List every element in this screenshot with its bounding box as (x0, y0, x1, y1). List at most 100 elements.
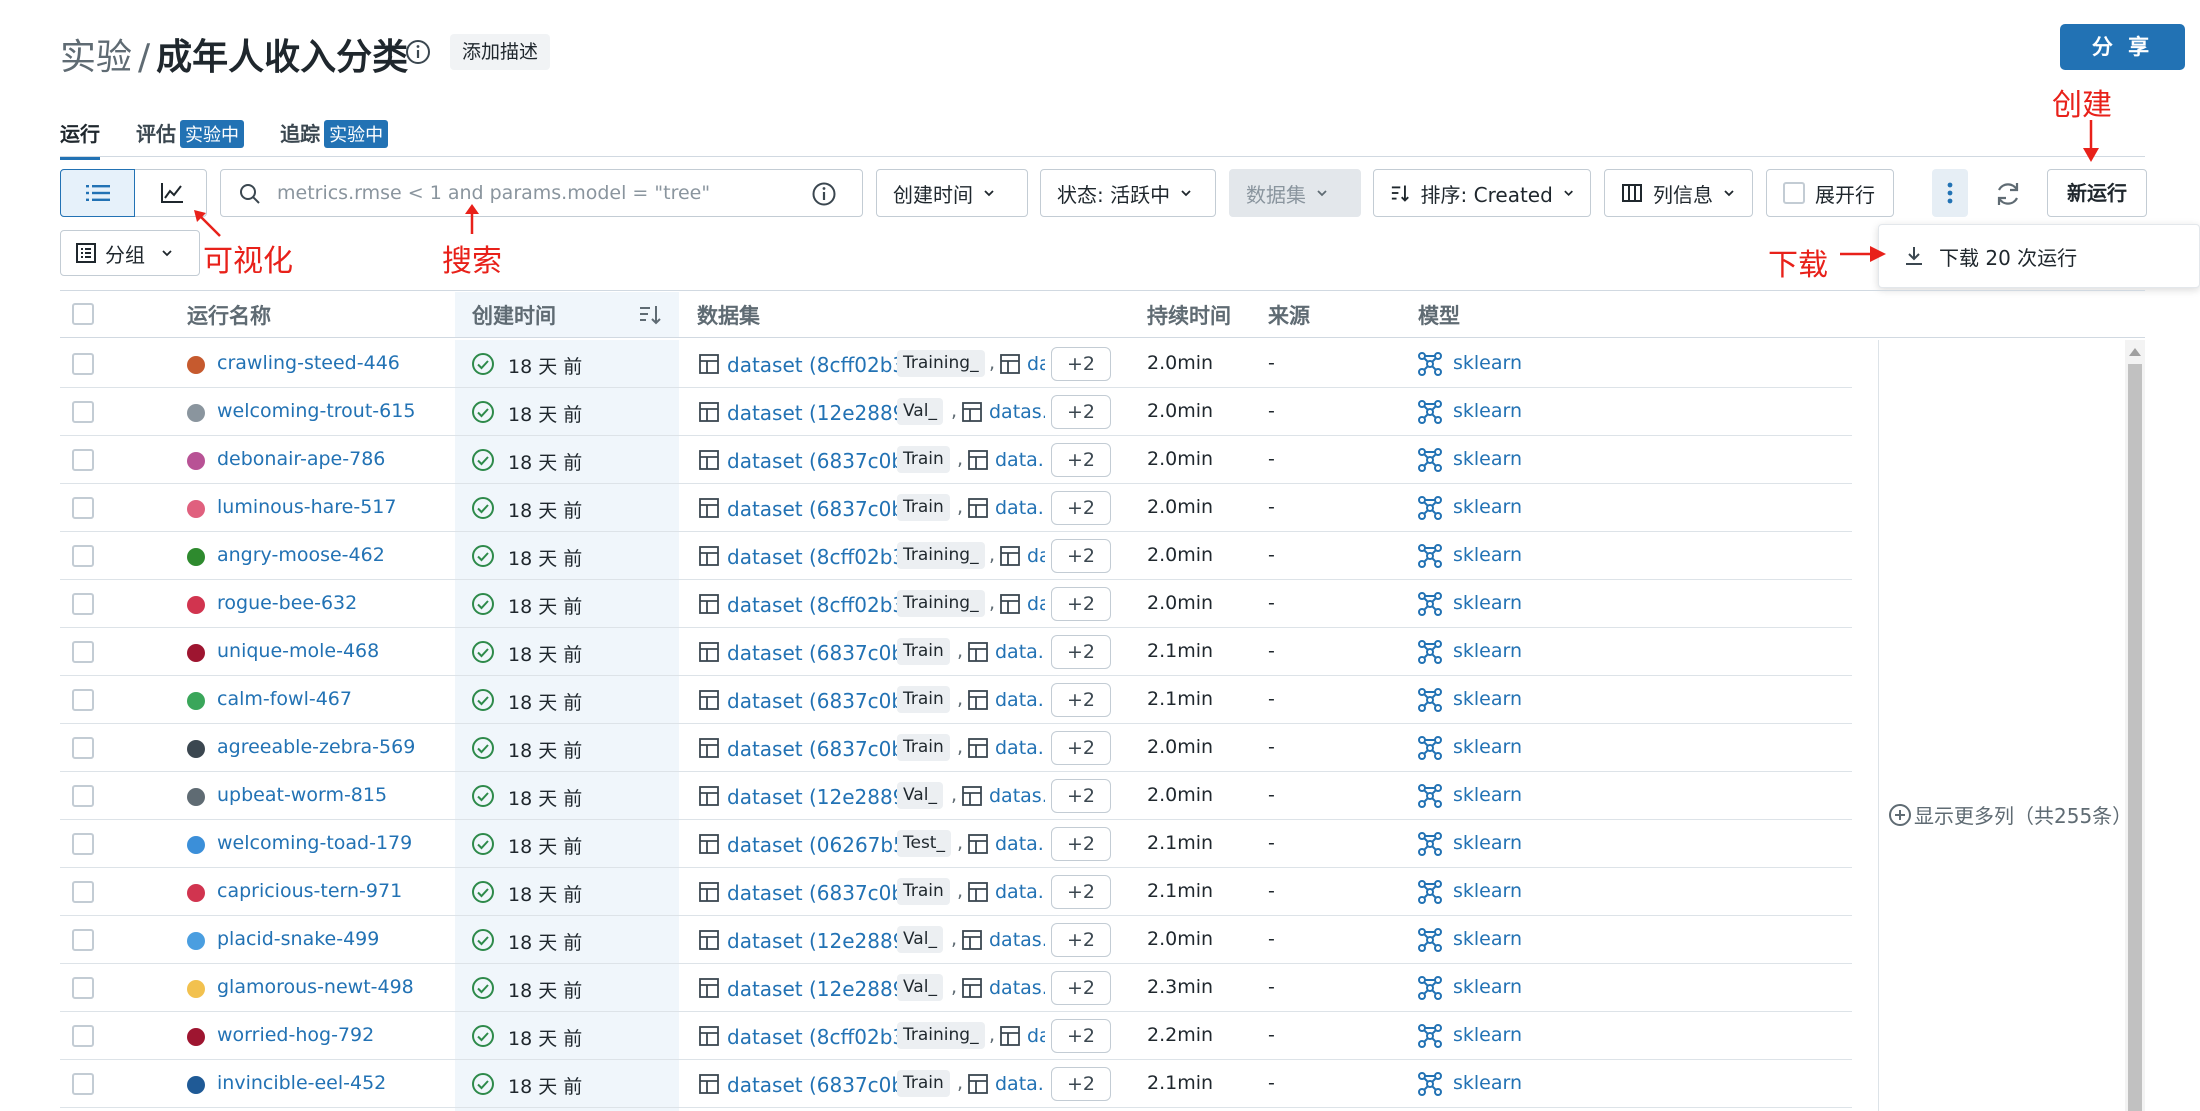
more-datasets-button[interactable]: +2 (1051, 587, 1111, 621)
run-name-link[interactable]: unique-mole-468 (217, 640, 379, 662)
run-name-link[interactable]: placid-snake-499 (217, 928, 379, 950)
row-checkbox[interactable] (72, 641, 94, 663)
table-row[interactable]: capricious-tern-971 18 天 前 dataset (6837c0… (60, 868, 1852, 916)
table-row[interactable]: invincible-eel-452 18 天 前 dataset (6837c0b… (60, 1060, 1852, 1108)
dataset-link[interactable]: dataset (6837c0b6) (727, 641, 925, 665)
expand-rows-toggle[interactable]: 展开行 (1766, 169, 1894, 217)
group-by-button[interactable]: 分组 (60, 230, 200, 276)
created-time-filter[interactable]: 创建时间 (876, 169, 1028, 217)
row-checkbox[interactable] (72, 689, 94, 711)
more-datasets-button[interactable]: +2 (1051, 635, 1111, 669)
model-link[interactable]: sklearn (1453, 1024, 1522, 1046)
model-link[interactable]: sklearn (1453, 544, 1522, 566)
table-row[interactable]: agreeable-zebra-569 18 天 前 dataset (6837c0… (60, 724, 1852, 772)
run-name-link[interactable]: welcoming-trout-615 (217, 400, 415, 422)
new-run-button[interactable]: 新运行 (2047, 169, 2147, 217)
more-datasets-button[interactable]: +2 (1051, 779, 1111, 813)
run-name-link[interactable]: luminous-hare-517 (217, 496, 396, 518)
run-color-dot[interactable] (187, 980, 205, 998)
info-icon[interactable] (404, 38, 432, 66)
column-header-duration[interactable]: 持续时间 (1147, 300, 1231, 330)
search-help-icon[interactable] (811, 181, 837, 207)
dataset-link[interactable]: dataset (6837c0b6) (727, 881, 925, 905)
model-link[interactable]: sklearn (1453, 736, 1522, 758)
list-view-button[interactable] (60, 169, 135, 217)
table-row[interactable]: welcoming-toad-179 18 天 前 dataset (06267b5… (60, 820, 1852, 868)
tab-evaluation[interactable]: 评估 实验中 (136, 118, 245, 158)
tab-runs[interactable]: 运行 (60, 118, 100, 160)
column-header-model[interactable]: 模型 (1418, 300, 1460, 330)
row-checkbox[interactable] (72, 401, 94, 423)
model-link[interactable]: sklearn (1453, 640, 1522, 662)
dataset-link[interactable]: dataset (6837c0b6) (727, 1073, 925, 1097)
column-header-created[interactable]: 创建时间 (472, 300, 556, 330)
model-link[interactable]: sklearn (1453, 832, 1522, 854)
dataset-link[interactable]: dataset (6837c0b6) (727, 737, 925, 761)
model-link[interactable]: sklearn (1453, 352, 1522, 374)
add-description-button[interactable]: 添加描述 (450, 34, 551, 70)
dataset-link[interactable]: dataset (6837c0b6) (727, 497, 925, 521)
row-checkbox[interactable] (72, 353, 94, 375)
table-row[interactable]: debonair-ape-786 18 天 前 dataset (6837c0b6)… (60, 436, 1852, 484)
more-options-button[interactable] (1932, 169, 1968, 217)
run-name-link[interactable]: rogue-bee-632 (217, 592, 357, 614)
more-datasets-button[interactable]: +2 (1051, 443, 1111, 477)
run-color-dot[interactable] (187, 740, 205, 758)
dataset-filter[interactable]: 数据集 (1229, 169, 1361, 217)
more-datasets-button[interactable]: +2 (1051, 971, 1111, 1005)
dataset-link-truncated[interactable]: data... (995, 641, 1045, 663)
dataset-link-truncated[interactable]: datas... (989, 977, 1045, 999)
run-color-dot[interactable] (187, 356, 205, 374)
model-link[interactable]: sklearn (1453, 496, 1522, 518)
dataset-link-truncated[interactable]: da... (1027, 545, 1045, 567)
model-link[interactable]: sklearn (1453, 688, 1522, 710)
model-link[interactable]: sklearn (1453, 592, 1522, 614)
dataset-link-truncated[interactable]: data... (995, 497, 1045, 519)
run-color-dot[interactable] (187, 452, 205, 470)
model-link[interactable]: sklearn (1453, 400, 1522, 422)
share-button[interactable]: 分 享 (2060, 24, 2185, 70)
run-name-link[interactable]: glamorous-newt-498 (217, 976, 414, 998)
dataset-link-truncated[interactable]: data... (995, 689, 1045, 711)
table-row[interactable]: calm-fowl-467 18 天 前 dataset (6837c0b6) Tra… (60, 676, 1852, 724)
sort-dropdown[interactable]: 排序: Created (1373, 169, 1591, 217)
row-checkbox[interactable] (72, 737, 94, 759)
row-checkbox[interactable] (72, 1073, 94, 1095)
row-checkbox[interactable] (72, 833, 94, 855)
run-name-link[interactable]: angry-moose-462 (217, 544, 385, 566)
run-color-dot[interactable] (187, 788, 205, 806)
dataset-link[interactable]: dataset (8cff02b3) (727, 593, 913, 617)
more-datasets-button[interactable]: +2 (1051, 875, 1111, 909)
run-color-dot[interactable] (187, 1076, 205, 1094)
table-row[interactable]: placid-snake-499 18 天 前 dataset (12e28897)… (60, 916, 1852, 964)
more-datasets-button[interactable]: +2 (1051, 683, 1111, 717)
dataset-link[interactable]: dataset (6837c0b6) (727, 689, 925, 713)
row-checkbox[interactable] (72, 881, 94, 903)
run-color-dot[interactable] (187, 404, 205, 422)
more-datasets-button[interactable]: +2 (1051, 1019, 1111, 1053)
dataset-link-truncated[interactable]: data... (995, 833, 1045, 855)
row-checkbox[interactable] (72, 977, 94, 999)
row-checkbox[interactable] (72, 929, 94, 951)
table-row[interactable]: unique-mole-468 18 天 前 dataset (6837c0b6) T… (60, 628, 1852, 676)
table-row[interactable]: upbeat-worm-815 18 天 前 dataset (12e28897) V… (60, 772, 1852, 820)
model-link[interactable]: sklearn (1453, 1072, 1522, 1094)
model-link[interactable]: sklearn (1453, 928, 1522, 950)
row-checkbox[interactable] (72, 1025, 94, 1047)
run-color-dot[interactable] (187, 836, 205, 854)
row-checkbox[interactable] (72, 545, 94, 567)
breadcrumb-experiments[interactable]: 实验 (60, 37, 132, 78)
run-name-link[interactable]: capricious-tern-971 (217, 880, 402, 902)
table-row[interactable]: welcoming-trout-615 18 天 前 dataset (12e288… (60, 388, 1852, 436)
run-name-link[interactable]: invincible-eel-452 (217, 1072, 386, 1094)
more-datasets-button[interactable]: +2 (1051, 827, 1111, 861)
run-color-dot[interactable] (187, 500, 205, 518)
dataset-link-truncated[interactable]: data... (995, 449, 1045, 471)
more-datasets-button[interactable]: +2 (1051, 491, 1111, 525)
show-more-columns-button[interactable]: 显示更多列（共255条） (1888, 800, 2132, 829)
run-color-dot[interactable] (187, 644, 205, 662)
select-all-checkbox[interactable] (72, 303, 94, 325)
run-name-link[interactable]: upbeat-worm-815 (217, 784, 387, 806)
sort-descending-icon[interactable] (638, 304, 662, 326)
model-link[interactable]: sklearn (1453, 448, 1522, 470)
